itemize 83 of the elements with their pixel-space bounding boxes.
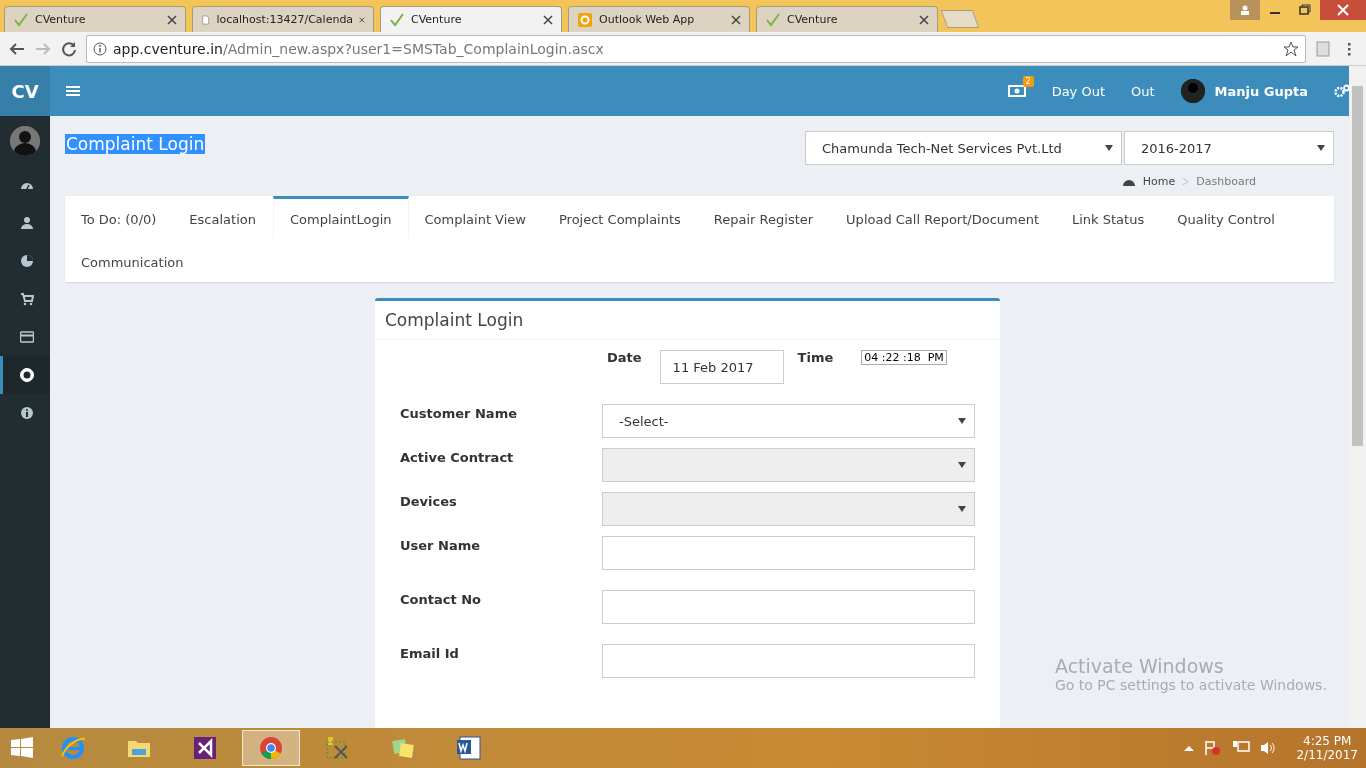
- notification-badge: 2: [1022, 76, 1034, 87]
- tab[interactable]: Link Status: [1056, 196, 1162, 239]
- caret-icon: [958, 418, 966, 424]
- tab[interactable]: Communication: [65, 239, 201, 282]
- user-name[interactable]: Manju Gupta: [1214, 83, 1308, 99]
- tab[interactable]: Quality Control: [1161, 196, 1292, 239]
- tab-favicon-icon: [389, 11, 405, 28]
- word-app-icon: [455, 734, 483, 762]
- volume-icon[interactable]: [1260, 740, 1277, 756]
- browser-tab[interactable]: localhost:13427/Calenda: [192, 6, 374, 32]
- flag-icon[interactable]: [1204, 740, 1223, 756]
- browser-tab[interactable]: CVenture: [4, 6, 186, 32]
- app-logo[interactable]: CV: [0, 66, 50, 116]
- time-field[interactable]: 04 :22 :18 PM: [861, 350, 947, 365]
- activation-message: Go to PC settings to activate Windows.: [1055, 677, 1327, 693]
- close-icon[interactable]: [731, 14, 741, 25]
- activation-title: Activate Windows: [1055, 655, 1225, 677]
- field-label: Date: [607, 350, 642, 365]
- tab-favicon-icon: [577, 11, 593, 28]
- header-link[interactable]: Out: [1131, 83, 1155, 99]
- tools-app-icon: [323, 734, 351, 762]
- page-title: Complaint Login: [65, 134, 206, 154]
- company-select[interactable]: Chamunda Tech-Net Services Pvt.Ltd: [805, 131, 1122, 165]
- chevron-icon: [1183, 178, 1189, 185]
- show-hidden-icon[interactable]: [1184, 745, 1195, 751]
- field-label: Contact No: [400, 591, 482, 607]
- caret-icon: [1105, 145, 1113, 151]
- user-icon: [19, 216, 34, 230]
- tab[interactable]: Project Complaints: [542, 196, 698, 239]
- tab[interactable]: To Do: (0/0): [65, 196, 174, 239]
- caret-icon: [958, 506, 966, 512]
- date-field[interactable]: 11 Feb 2017: [659, 350, 784, 384]
- bookmark-star-icon[interactable]: [1283, 40, 1299, 57]
- field-label: Customer Name: [400, 405, 518, 421]
- card-title: Complaint Login: [375, 301, 1000, 340]
- tab[interactable]: ComplaintLogin: [272, 196, 409, 239]
- pie-icon: [19, 254, 34, 268]
- card-icon: [19, 330, 34, 344]
- taskbar-clock[interactable]: 4:25 PM 2/11/2017: [1296, 734, 1358, 762]
- money-icon[interactable]: [1007, 84, 1026, 98]
- input-field[interactable]: [602, 536, 975, 570]
- breadcrumb-link[interactable]: Home: [1142, 175, 1176, 188]
- field-label: Devices: [400, 493, 458, 509]
- avatar-icon: [10, 126, 40, 156]
- caret-icon: [958, 462, 966, 468]
- browser-tab[interactable]: CVenture: [756, 6, 938, 32]
- ie-app-icon: [59, 734, 87, 762]
- input-field[interactable]: [602, 644, 975, 678]
- tab[interactable]: Repair Register: [697, 196, 831, 239]
- close-icon[interactable]: [167, 14, 177, 25]
- year-select[interactable]: 2016-2017: [1124, 131, 1334, 165]
- sidebar-item[interactable]: [0, 356, 50, 394]
- avatar-icon[interactable]: [1180, 79, 1205, 103]
- address-bar[interactable]: app.cventure.in/Admin_new.aspx?user1=SMSTab_ComplainLogin.ascx: [86, 34, 1306, 63]
- tab[interactable]: Complaint View: [408, 196, 543, 239]
- select-field[interactable]: -Select-: [602, 404, 975, 438]
- close-icon[interactable]: [543, 14, 553, 25]
- header-link[interactable]: Day Out: [1051, 83, 1105, 99]
- vs-app-icon: [191, 734, 219, 762]
- close-icon[interactable]: [1320, 0, 1366, 20]
- tab-favicon-icon: [765, 11, 781, 28]
- field-label: Time: [797, 350, 834, 365]
- field-label: User Name: [400, 537, 482, 553]
- lifebuoy-icon: [19, 368, 34, 382]
- tab[interactable]: Escalation: [173, 196, 273, 239]
- input-field[interactable]: [602, 590, 975, 624]
- cart-icon: [19, 292, 34, 306]
- field-label: Email Id: [400, 645, 460, 661]
- browser-tab[interactable]: CVenture: [380, 6, 562, 32]
- menu-icon[interactable]: [66, 85, 80, 97]
- info-icon[interactable]: [93, 41, 107, 56]
- field-label: Active Contract: [400, 449, 515, 465]
- breadcrumb-current: Dashboard: [1196, 175, 1256, 188]
- browser-tab[interactable]: Outlook Web App: [568, 6, 750, 32]
- chrome-app-icon: [257, 734, 285, 762]
- scrollbar-thumb[interactable]: [1352, 86, 1363, 446]
- settings-icon[interactable]: [1334, 84, 1350, 98]
- tab[interactable]: Upload Call Report/Document: [830, 196, 1056, 239]
- caret-icon: [1317, 145, 1325, 151]
- close-icon[interactable]: [919, 14, 929, 25]
- info-icon: [19, 406, 34, 420]
- tab-favicon-icon: [13, 11, 29, 28]
- reload-icon[interactable]: [60, 39, 78, 58]
